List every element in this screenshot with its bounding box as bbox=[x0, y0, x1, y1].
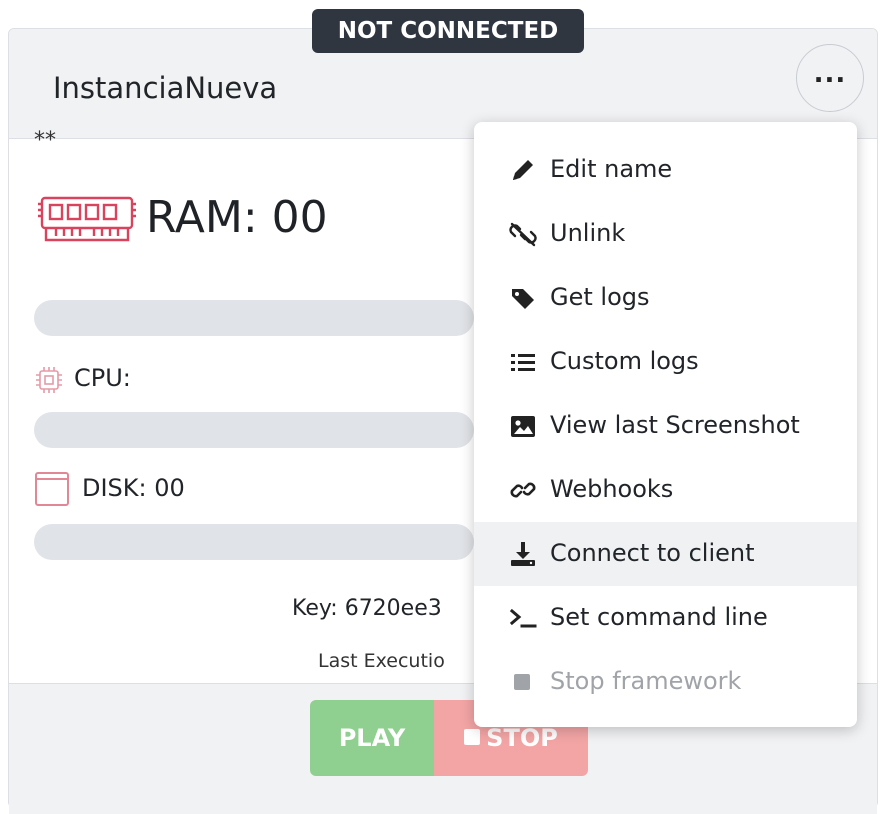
instance-name: InstanciaNueva bbox=[53, 71, 278, 105]
ram-label: RAM: 00 bbox=[146, 192, 328, 243]
list-icon bbox=[511, 354, 535, 371]
unlink-icon bbox=[509, 222, 537, 247]
disk-label: DISK: 00 bbox=[82, 474, 185, 502]
ram-icon bbox=[38, 196, 136, 242]
terminal-icon bbox=[509, 608, 537, 628]
menu-item-stop-framework: Stop framework bbox=[474, 650, 857, 714]
last-execution: Last Executio bbox=[318, 650, 445, 672]
menu-item-label: Connect to client bbox=[550, 539, 755, 567]
menu-item-label: Set command line bbox=[550, 603, 768, 631]
menu-item-label: Webhooks bbox=[550, 475, 674, 503]
stop-square-icon bbox=[464, 729, 481, 745]
disk-icon bbox=[35, 472, 69, 506]
stop-square-icon bbox=[514, 674, 530, 690]
menu-item-set-command-line[interactable]: Set command line bbox=[474, 586, 857, 650]
download-icon bbox=[511, 542, 535, 566]
more-options-button[interactable]: ... bbox=[796, 44, 864, 112]
menu-item-label: Edit name bbox=[550, 155, 673, 183]
menu-item-label: View last Screenshot bbox=[550, 411, 800, 439]
cpu-label: CPU: bbox=[74, 364, 131, 392]
options-dropdown-menu: Edit name Unlink Get logs Custom logs Vi… bbox=[474, 122, 857, 727]
cpu-progress-bar bbox=[34, 412, 474, 448]
instance-description: ** bbox=[34, 128, 56, 153]
tag-icon bbox=[512, 289, 534, 309]
menu-item-label: Get logs bbox=[550, 283, 650, 311]
menu-item-connect-to-client[interactable]: Connect to client bbox=[474, 522, 857, 586]
menu-item-label: Custom logs bbox=[550, 347, 699, 375]
disk-progress-bar bbox=[34, 524, 474, 560]
menu-item-edit-name[interactable]: Edit name bbox=[474, 138, 857, 202]
connection-status-badge: NOT CONNECTED bbox=[312, 9, 584, 53]
image-icon bbox=[511, 416, 535, 437]
menu-item-custom-logs[interactable]: Custom logs bbox=[474, 330, 857, 394]
play-button[interactable]: PLAY bbox=[310, 700, 434, 776]
pencil-icon bbox=[513, 160, 533, 180]
menu-item-webhooks[interactable]: Webhooks bbox=[474, 458, 857, 522]
menu-item-view-last-screenshot[interactable]: View last Screenshot bbox=[474, 394, 857, 458]
menu-item-unlink[interactable]: Unlink bbox=[474, 202, 857, 266]
ram-progress-bar bbox=[34, 300, 474, 336]
stop-label: STOP bbox=[486, 724, 558, 752]
menu-item-get-logs[interactable]: Get logs bbox=[474, 266, 857, 330]
menu-item-label: Stop framework bbox=[550, 667, 742, 695]
menu-item-label: Unlink bbox=[550, 219, 626, 247]
cpu-icon bbox=[36, 367, 62, 393]
link-icon bbox=[510, 482, 536, 498]
instance-key: Key: 6720ee3 bbox=[292, 596, 442, 621]
